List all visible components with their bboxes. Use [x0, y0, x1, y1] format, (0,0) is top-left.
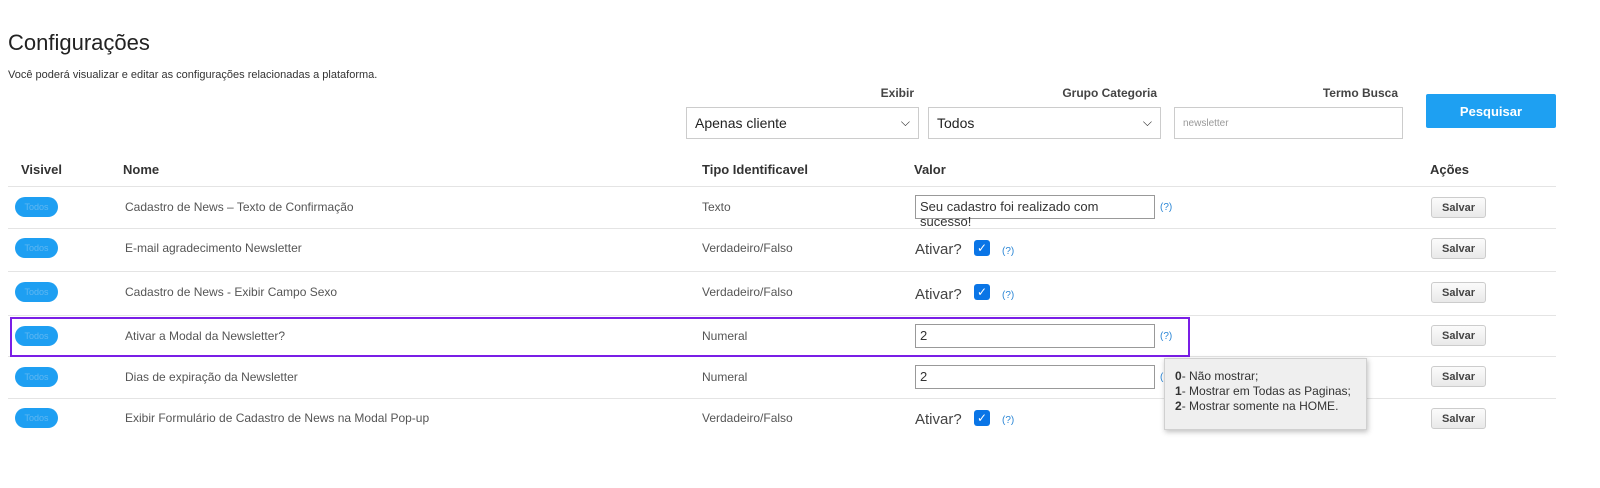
tooltip-line: 1- Mostrar em Todas as Paginas;: [1175, 384, 1351, 398]
value-input[interactable]: Seu cadastro foi realizado com sucesso!: [915, 195, 1155, 229]
exibir-label: Exibir: [880, 86, 914, 100]
search-button[interactable]: Pesquisar: [1426, 94, 1556, 128]
row-type: Verdadeiro/Falso: [702, 241, 793, 255]
col-tipo: Tipo Identificavel: [702, 162, 808, 177]
grupo-categoria-label: Grupo Categoria: [1062, 86, 1157, 100]
help-link[interactable]: (: [1160, 372, 1163, 383]
save-button[interactable]: Salvar: [1431, 408, 1486, 429]
row-type: Verdadeiro/Falso: [702, 285, 793, 299]
table-row: Todos Cadastro de News – Texto de Confir…: [0, 186, 1600, 229]
check-icon: ✓: [976, 241, 988, 255]
chevron-down-icon: ⌵: [900, 115, 910, 129]
row-name: Cadastro de News - Exibir Campo Sexo: [125, 285, 338, 299]
exibir-select[interactable]: Apenas cliente ⌵: [686, 107, 919, 139]
help-link[interactable]: (?): [1002, 290, 1014, 301]
check-icon: ✓: [976, 411, 988, 425]
visible-toggle[interactable]: Todos: [15, 367, 58, 387]
ativar-checkbox[interactable]: ✓: [974, 284, 990, 300]
grupo-categoria-select[interactable]: Todos ⌵: [928, 107, 1161, 139]
save-button[interactable]: Salvar: [1431, 238, 1486, 259]
page-title: Configurações: [8, 30, 150, 55]
save-button[interactable]: Salvar: [1431, 366, 1486, 387]
help-link[interactable]: (?): [1002, 246, 1014, 257]
save-button[interactable]: Salvar: [1431, 325, 1486, 346]
value-input[interactable]: 2: [915, 365, 1155, 389]
col-nome: Nome: [123, 162, 160, 177]
termo-busca-label: Termo Busca: [1322, 86, 1398, 100]
row-type: Numeral: [702, 370, 748, 384]
check-icon: ✓: [976, 285, 988, 299]
save-button[interactable]: Salvar: [1431, 282, 1486, 303]
page-subtitle: Você poderá visualizar e editar as confi…: [8, 69, 378, 81]
col-acoes: Ações: [1430, 162, 1470, 177]
col-visivel: Visivel: [21, 162, 62, 177]
tooltip-line: 0- Não mostrar;: [1175, 369, 1259, 383]
ativar-checkbox[interactable]: ✓: [974, 240, 990, 256]
table-row: Todos E-mail agradecimento Newsletter Ve…: [0, 228, 1600, 270]
grupo-categoria-select-value: Todos: [937, 115, 975, 131]
tooltip-line: 2- Mostrar somente na HOME.: [1175, 399, 1339, 413]
help-link[interactable]: (?): [1160, 202, 1172, 213]
exibir-select-value: Apenas cliente: [695, 115, 787, 131]
ativar-checkbox[interactable]: ✓: [974, 410, 990, 426]
row-highlight-box: [10, 317, 1190, 357]
chevron-down-icon: ⌵: [1142, 115, 1152, 129]
help-tooltip: 0- Não mostrar; 1- Mostrar em Todas as P…: [1164, 358, 1367, 430]
visible-toggle[interactable]: Todos: [15, 238, 58, 258]
ativar-label: Ativar?: [915, 411, 962, 428]
row-name: Exibir Formulário de Cadastro de News na…: [125, 411, 430, 425]
visible-toggle[interactable]: Todos: [15, 197, 58, 217]
termo-busca-value: newsletter: [1183, 118, 1229, 129]
visible-toggle[interactable]: Todos: [15, 282, 58, 302]
row-name: Cadastro de News – Texto de Confirmação: [125, 200, 354, 214]
row-name: E-mail agradecimento Newsletter: [125, 241, 302, 255]
termo-busca-input[interactable]: newsletter: [1174, 107, 1403, 139]
save-button[interactable]: Salvar: [1431, 197, 1486, 218]
row-name: Dias de expiração da Newsletter: [125, 370, 298, 384]
visible-toggle[interactable]: Todos: [15, 408, 58, 428]
help-link[interactable]: (?): [1002, 415, 1014, 426]
ativar-label: Ativar?: [915, 241, 962, 258]
row-type: Verdadeiro/Falso: [702, 411, 793, 425]
ativar-label: Ativar?: [915, 286, 962, 303]
col-valor: Valor: [914, 162, 946, 177]
row-type: Texto: [702, 200, 731, 214]
table-row: Todos Cadastro de News - Exibir Campo Se…: [0, 271, 1600, 313]
